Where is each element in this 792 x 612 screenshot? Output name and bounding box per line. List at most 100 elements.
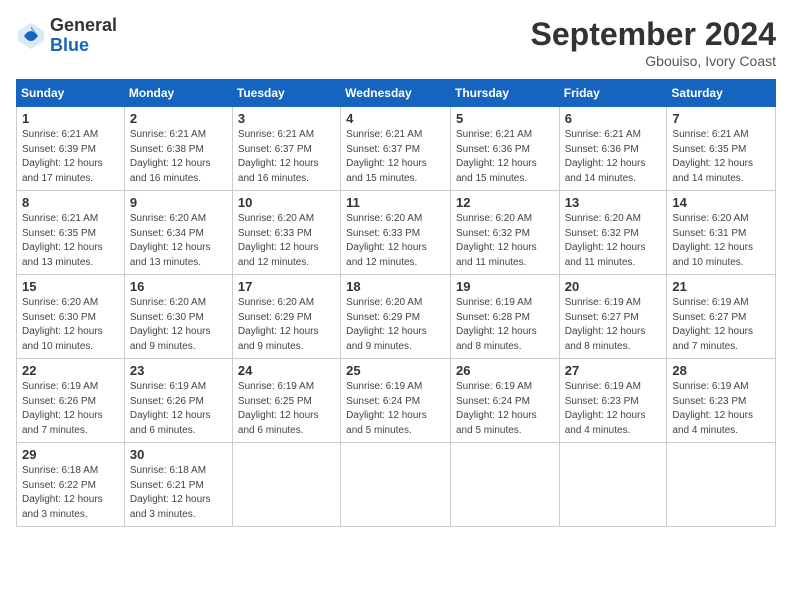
day-number: 26 — [456, 363, 554, 378]
day-info: Sunrise: 6:18 AM Sunset: 6:22 PM Dayligh… — [22, 464, 119, 522]
page-header: General Blue September 2024 Gbouiso, Ivo… — [16, 16, 776, 69]
day-number: 24 — [238, 363, 335, 378]
table-row: 30 Sunrise: 6:18 AM Sunset: 6:21 PM Dayl… — [124, 443, 232, 527]
table-row: 15 Sunrise: 6:20 AM Sunset: 6:30 PM Dayl… — [17, 275, 125, 359]
table-row: 17 Sunrise: 6:20 AM Sunset: 6:29 PM Dayl… — [232, 275, 340, 359]
day-number: 15 — [22, 279, 119, 294]
table-row: 24 Sunrise: 6:19 AM Sunset: 6:25 PM Dayl… — [232, 359, 340, 443]
table-row: 22 Sunrise: 6:19 AM Sunset: 6:26 PM Dayl… — [17, 359, 125, 443]
col-friday: Friday — [559, 80, 667, 107]
day-number: 4 — [346, 111, 445, 126]
day-info: Sunrise: 6:21 AM Sunset: 6:35 PM Dayligh… — [672, 128, 770, 186]
day-info: Sunrise: 6:21 AM Sunset: 6:38 PM Dayligh… — [130, 128, 227, 186]
day-number: 3 — [238, 111, 335, 126]
calendar-week-row: 1 Sunrise: 6:21 AM Sunset: 6:39 PM Dayli… — [17, 107, 776, 191]
table-row: 5 Sunrise: 6:21 AM Sunset: 6:36 PM Dayli… — [450, 107, 559, 191]
day-info: Sunrise: 6:19 AM Sunset: 6:23 PM Dayligh… — [672, 380, 770, 438]
table-row: 29 Sunrise: 6:18 AM Sunset: 6:22 PM Dayl… — [17, 443, 125, 527]
day-number: 6 — [565, 111, 662, 126]
col-thursday: Thursday — [450, 80, 559, 107]
day-info: Sunrise: 6:20 AM Sunset: 6:29 PM Dayligh… — [238, 296, 335, 354]
day-info: Sunrise: 6:20 AM Sunset: 6:33 PM Dayligh… — [346, 212, 445, 270]
logo-icon — [16, 21, 46, 51]
table-row — [232, 443, 340, 527]
day-info: Sunrise: 6:21 AM Sunset: 6:37 PM Dayligh… — [346, 128, 445, 186]
day-number: 27 — [565, 363, 662, 378]
table-row: 9 Sunrise: 6:20 AM Sunset: 6:34 PM Dayli… — [124, 191, 232, 275]
table-row: 7 Sunrise: 6:21 AM Sunset: 6:35 PM Dayli… — [667, 107, 776, 191]
calendar-week-row: 22 Sunrise: 6:19 AM Sunset: 6:26 PM Dayl… — [17, 359, 776, 443]
table-row: 12 Sunrise: 6:20 AM Sunset: 6:32 PM Dayl… — [450, 191, 559, 275]
day-info: Sunrise: 6:20 AM Sunset: 6:32 PM Dayligh… — [565, 212, 662, 270]
day-info: Sunrise: 6:20 AM Sunset: 6:30 PM Dayligh… — [130, 296, 227, 354]
col-saturday: Saturday — [667, 80, 776, 107]
day-number: 7 — [672, 111, 770, 126]
day-number: 20 — [565, 279, 662, 294]
day-info: Sunrise: 6:20 AM Sunset: 6:31 PM Dayligh… — [672, 212, 770, 270]
day-number: 13 — [565, 195, 662, 210]
table-row: 8 Sunrise: 6:21 AM Sunset: 6:35 PM Dayli… — [17, 191, 125, 275]
day-info: Sunrise: 6:21 AM Sunset: 6:36 PM Dayligh… — [456, 128, 554, 186]
calendar-week-row: 29 Sunrise: 6:18 AM Sunset: 6:22 PM Dayl… — [17, 443, 776, 527]
logo-general: General — [50, 16, 117, 36]
day-number: 9 — [130, 195, 227, 210]
calendar-week-row: 15 Sunrise: 6:20 AM Sunset: 6:30 PM Dayl… — [17, 275, 776, 359]
col-tuesday: Tuesday — [232, 80, 340, 107]
day-info: Sunrise: 6:21 AM Sunset: 6:37 PM Dayligh… — [238, 128, 335, 186]
day-number: 18 — [346, 279, 445, 294]
day-number: 5 — [456, 111, 554, 126]
table-row: 18 Sunrise: 6:20 AM Sunset: 6:29 PM Dayl… — [341, 275, 451, 359]
logo-text: General Blue — [50, 16, 117, 56]
day-info: Sunrise: 6:19 AM Sunset: 6:26 PM Dayligh… — [130, 380, 227, 438]
day-info: Sunrise: 6:19 AM Sunset: 6:24 PM Dayligh… — [456, 380, 554, 438]
day-number: 23 — [130, 363, 227, 378]
calendar-week-row: 8 Sunrise: 6:21 AM Sunset: 6:35 PM Dayli… — [17, 191, 776, 275]
table-row: 11 Sunrise: 6:20 AM Sunset: 6:33 PM Dayl… — [341, 191, 451, 275]
table-row: 3 Sunrise: 6:21 AM Sunset: 6:37 PM Dayli… — [232, 107, 340, 191]
day-info: Sunrise: 6:20 AM Sunset: 6:32 PM Dayligh… — [456, 212, 554, 270]
day-number: 16 — [130, 279, 227, 294]
table-row: 10 Sunrise: 6:20 AM Sunset: 6:33 PM Dayl… — [232, 191, 340, 275]
day-info: Sunrise: 6:19 AM Sunset: 6:27 PM Dayligh… — [565, 296, 662, 354]
table-row: 19 Sunrise: 6:19 AM Sunset: 6:28 PM Dayl… — [450, 275, 559, 359]
month-title: September 2024 — [531, 16, 776, 53]
table-row: 4 Sunrise: 6:21 AM Sunset: 6:37 PM Dayli… — [341, 107, 451, 191]
calendar-table: Sunday Monday Tuesday Wednesday Thursday… — [16, 79, 776, 527]
day-number: 29 — [22, 447, 119, 462]
day-number: 30 — [130, 447, 227, 462]
day-number: 14 — [672, 195, 770, 210]
table-row — [559, 443, 667, 527]
day-info: Sunrise: 6:20 AM Sunset: 6:33 PM Dayligh… — [238, 212, 335, 270]
table-row — [450, 443, 559, 527]
table-row: 28 Sunrise: 6:19 AM Sunset: 6:23 PM Dayl… — [667, 359, 776, 443]
calendar-header-row: Sunday Monday Tuesday Wednesday Thursday… — [17, 80, 776, 107]
day-info: Sunrise: 6:19 AM Sunset: 6:26 PM Dayligh… — [22, 380, 119, 438]
table-row: 6 Sunrise: 6:21 AM Sunset: 6:36 PM Dayli… — [559, 107, 667, 191]
day-info: Sunrise: 6:21 AM Sunset: 6:35 PM Dayligh… — [22, 212, 119, 270]
day-info: Sunrise: 6:19 AM Sunset: 6:23 PM Dayligh… — [565, 380, 662, 438]
day-number: 28 — [672, 363, 770, 378]
table-row — [667, 443, 776, 527]
logo: General Blue — [16, 16, 117, 56]
day-info: Sunrise: 6:21 AM Sunset: 6:36 PM Dayligh… — [565, 128, 662, 186]
table-row: 13 Sunrise: 6:20 AM Sunset: 6:32 PM Dayl… — [559, 191, 667, 275]
day-number: 17 — [238, 279, 335, 294]
day-number: 25 — [346, 363, 445, 378]
day-info: Sunrise: 6:20 AM Sunset: 6:34 PM Dayligh… — [130, 212, 227, 270]
logo-blue: Blue — [50, 36, 117, 56]
table-row: 14 Sunrise: 6:20 AM Sunset: 6:31 PM Dayl… — [667, 191, 776, 275]
day-info: Sunrise: 6:20 AM Sunset: 6:30 PM Dayligh… — [22, 296, 119, 354]
table-row — [341, 443, 451, 527]
day-number: 10 — [238, 195, 335, 210]
day-info: Sunrise: 6:19 AM Sunset: 6:25 PM Dayligh… — [238, 380, 335, 438]
day-info: Sunrise: 6:18 AM Sunset: 6:21 PM Dayligh… — [130, 464, 227, 522]
day-number: 11 — [346, 195, 445, 210]
day-number: 21 — [672, 279, 770, 294]
day-number: 2 — [130, 111, 227, 126]
title-block: September 2024 Gbouiso, Ivory Coast — [531, 16, 776, 69]
col-monday: Monday — [124, 80, 232, 107]
day-number: 19 — [456, 279, 554, 294]
day-number: 12 — [456, 195, 554, 210]
col-wednesday: Wednesday — [341, 80, 451, 107]
day-info: Sunrise: 6:20 AM Sunset: 6:29 PM Dayligh… — [346, 296, 445, 354]
